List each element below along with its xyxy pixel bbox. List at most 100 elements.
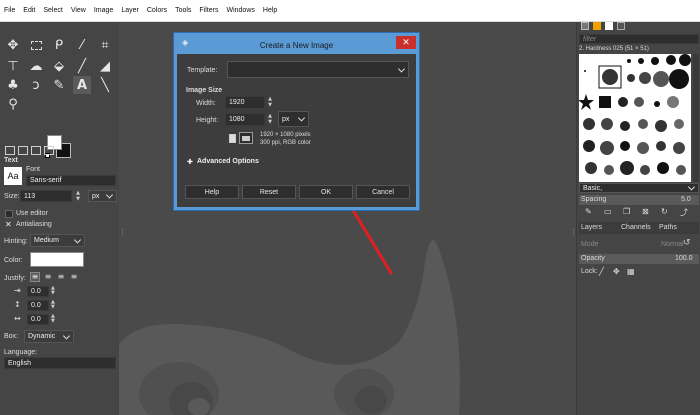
- width-input[interactable]: 1920: [225, 96, 265, 109]
- duplicate-brush-icon[interactable]: ❐: [623, 207, 630, 216]
- rect-select-tool-icon[interactable]: [27, 36, 45, 54]
- zoom-tool-icon[interactable]: ⚲: [4, 95, 22, 113]
- help-button[interactable]: Help: [185, 185, 239, 199]
- brushes-tab-icon[interactable]: [581, 22, 589, 30]
- dialog-titlebar[interactable]: Create a New Image: [177, 36, 416, 54]
- justify-left-icon[interactable]: ≡: [30, 272, 40, 282]
- height-stepper-icon[interactable]: ▲ ▼: [266, 113, 274, 126]
- language-input[interactable]: English: [4, 357, 116, 369]
- mode-select[interactable]: Normal: [661, 241, 684, 248]
- brush-grid[interactable]: [579, 54, 691, 182]
- canvas-right-handle-icon[interactable]: ⋮: [570, 228, 576, 242]
- layers-list[interactable]: [579, 280, 699, 415]
- hinting-select[interactable]: Medium: [30, 234, 85, 247]
- size-input[interactable]: 113: [20, 190, 72, 202]
- menu-image[interactable]: Image: [94, 7, 113, 14]
- lock-alpha-icon[interactable]: ▦: [627, 267, 635, 276]
- clone-tool-icon[interactable]: ♣: [4, 76, 22, 94]
- delete-brush-icon[interactable]: ⊠: [642, 207, 649, 216]
- patterns-tab-icon[interactable]: [593, 22, 601, 30]
- menu-tools[interactable]: Tools: [175, 7, 191, 14]
- justify-right-icon[interactable]: ≡: [43, 272, 53, 282]
- crop-tool-icon[interactable]: ⌗: [96, 36, 114, 54]
- template-select[interactable]: [227, 61, 409, 78]
- menu-view[interactable]: View: [71, 7, 86, 14]
- indent-input[interactable]: 0.0: [27, 286, 49, 297]
- tab-layers[interactable]: Layers: [581, 224, 602, 231]
- height-input[interactable]: 1080: [225, 113, 265, 126]
- document-history-tab-icon[interactable]: [617, 22, 625, 30]
- indent-stepper-icon[interactable]: ▲ ▼: [51, 286, 55, 296]
- menu-help[interactable]: Help: [263, 7, 277, 14]
- font-preview[interactable]: Aa: [4, 167, 22, 185]
- smudge-tool-icon[interactable]: ↄ: [27, 76, 45, 94]
- refresh-brushes-icon[interactable]: ↻: [661, 207, 668, 216]
- advanced-expander-icon[interactable]: ✚: [187, 159, 193, 166]
- ok-button[interactable]: OK: [299, 185, 353, 199]
- brush-scrollbar[interactable]: [693, 54, 699, 182]
- lock-label: Lock:: [581, 268, 598, 275]
- warp-transform-tool-icon[interactable]: ☁: [27, 57, 45, 75]
- menu-select[interactable]: Select: [43, 7, 62, 14]
- landscape-orientation-icon[interactable]: [239, 132, 253, 144]
- brush-tag-select[interactable]: Basic,: [579, 183, 699, 193]
- lock-position-icon[interactable]: ✥: [613, 267, 620, 276]
- bucket-fill-tool-icon[interactable]: ⬙: [50, 57, 68, 75]
- menu-file[interactable]: File: [4, 7, 15, 14]
- new-brush-icon[interactable]: ▭: [604, 207, 612, 216]
- box-select[interactable]: Dynamic: [24, 330, 74, 343]
- device-status-tab-icon[interactable]: [18, 146, 28, 155]
- opacity-value: 100.0: [675, 255, 693, 262]
- cancel-button[interactable]: Cancel: [356, 185, 410, 199]
- portrait-orientation-icon[interactable]: [229, 134, 236, 143]
- close-icon[interactable]: ✕: [396, 36, 416, 49]
- menu-edit[interactable]: Edit: [23, 7, 35, 14]
- text-tool-icon[interactable]: A: [73, 76, 91, 94]
- reset-button[interactable]: Reset: [242, 185, 296, 199]
- menu-filters[interactable]: Filters: [199, 7, 218, 14]
- canvas-left-handle-icon[interactable]: ⋮: [119, 228, 126, 242]
- text-color-button[interactable]: [30, 252, 84, 267]
- tab-paths[interactable]: Paths: [659, 224, 677, 231]
- paintbrush-tool-icon[interactable]: ╱: [73, 57, 91, 75]
- advanced-options-label[interactable]: Advanced Options: [197, 158, 259, 165]
- mode-reset-icon[interactable]: ↺: [683, 238, 691, 248]
- use-editor-label: Use editor: [16, 210, 48, 217]
- menu-layer[interactable]: Layer: [121, 7, 139, 14]
- use-editor-checkbox[interactable]: [5, 210, 13, 218]
- tab-channels[interactable]: Channels: [621, 224, 651, 231]
- line-spacing-input[interactable]: 0.0: [27, 300, 49, 311]
- justify-center-icon[interactable]: ≡: [56, 272, 66, 282]
- indent-icon: ⇥: [14, 286, 21, 295]
- lock-pixels-icon[interactable]: ╱: [599, 267, 604, 276]
- tool-options-tab-icon[interactable]: [5, 146, 15, 155]
- open-brush-icon[interactable]: ⤴: [680, 207, 688, 218]
- menu-colors[interactable]: Colors: [147, 7, 167, 14]
- width-stepper-icon[interactable]: ▲ ▼: [266, 96, 274, 109]
- fuzzy-select-tool-icon[interactable]: ⁄: [73, 36, 91, 54]
- gimp-app-icon: ◈: [182, 38, 189, 47]
- lasso-tool-icon[interactable]: ᑭ: [50, 36, 68, 54]
- move-tool-icon[interactable]: ✥: [4, 36, 22, 54]
- menu-windows[interactable]: Windows: [226, 7, 254, 14]
- unified-transform-tool-icon[interactable]: ⊤: [4, 57, 22, 75]
- justify-fill-icon[interactable]: ≡: [69, 272, 79, 282]
- fonts-tab-icon[interactable]: [605, 22, 613, 30]
- eraser-tool-icon[interactable]: ◢: [96, 57, 114, 75]
- color-picker-tool-icon[interactable]: ╲: [96, 76, 114, 94]
- letter-spacing-input[interactable]: 0.0: [27, 314, 49, 325]
- letter-spacing-stepper-icon[interactable]: ▲ ▼: [51, 314, 55, 324]
- edit-brush-icon[interactable]: ✎: [585, 207, 592, 216]
- images-tab-icon[interactable]: [44, 146, 54, 155]
- font-input[interactable]: Sans-serif: [26, 175, 116, 186]
- size-unit-select[interactable]: px: [88, 190, 117, 202]
- size-label: Size:: [4, 193, 20, 200]
- unit-select[interactable]: px: [278, 111, 309, 127]
- paths-tool-icon[interactable]: ✎: [50, 76, 68, 94]
- brush-filter-input[interactable]: filter: [579, 34, 699, 44]
- line-spacing-stepper-icon[interactable]: ▲ ▼: [51, 300, 55, 310]
- size-stepper-icon[interactable]: ▲ ▼: [73, 190, 83, 202]
- undo-history-tab-icon[interactable]: [31, 146, 41, 155]
- image-size-heading: Image Size: [186, 87, 223, 94]
- antialiasing-checkbox[interactable]: ✕: [5, 221, 13, 229]
